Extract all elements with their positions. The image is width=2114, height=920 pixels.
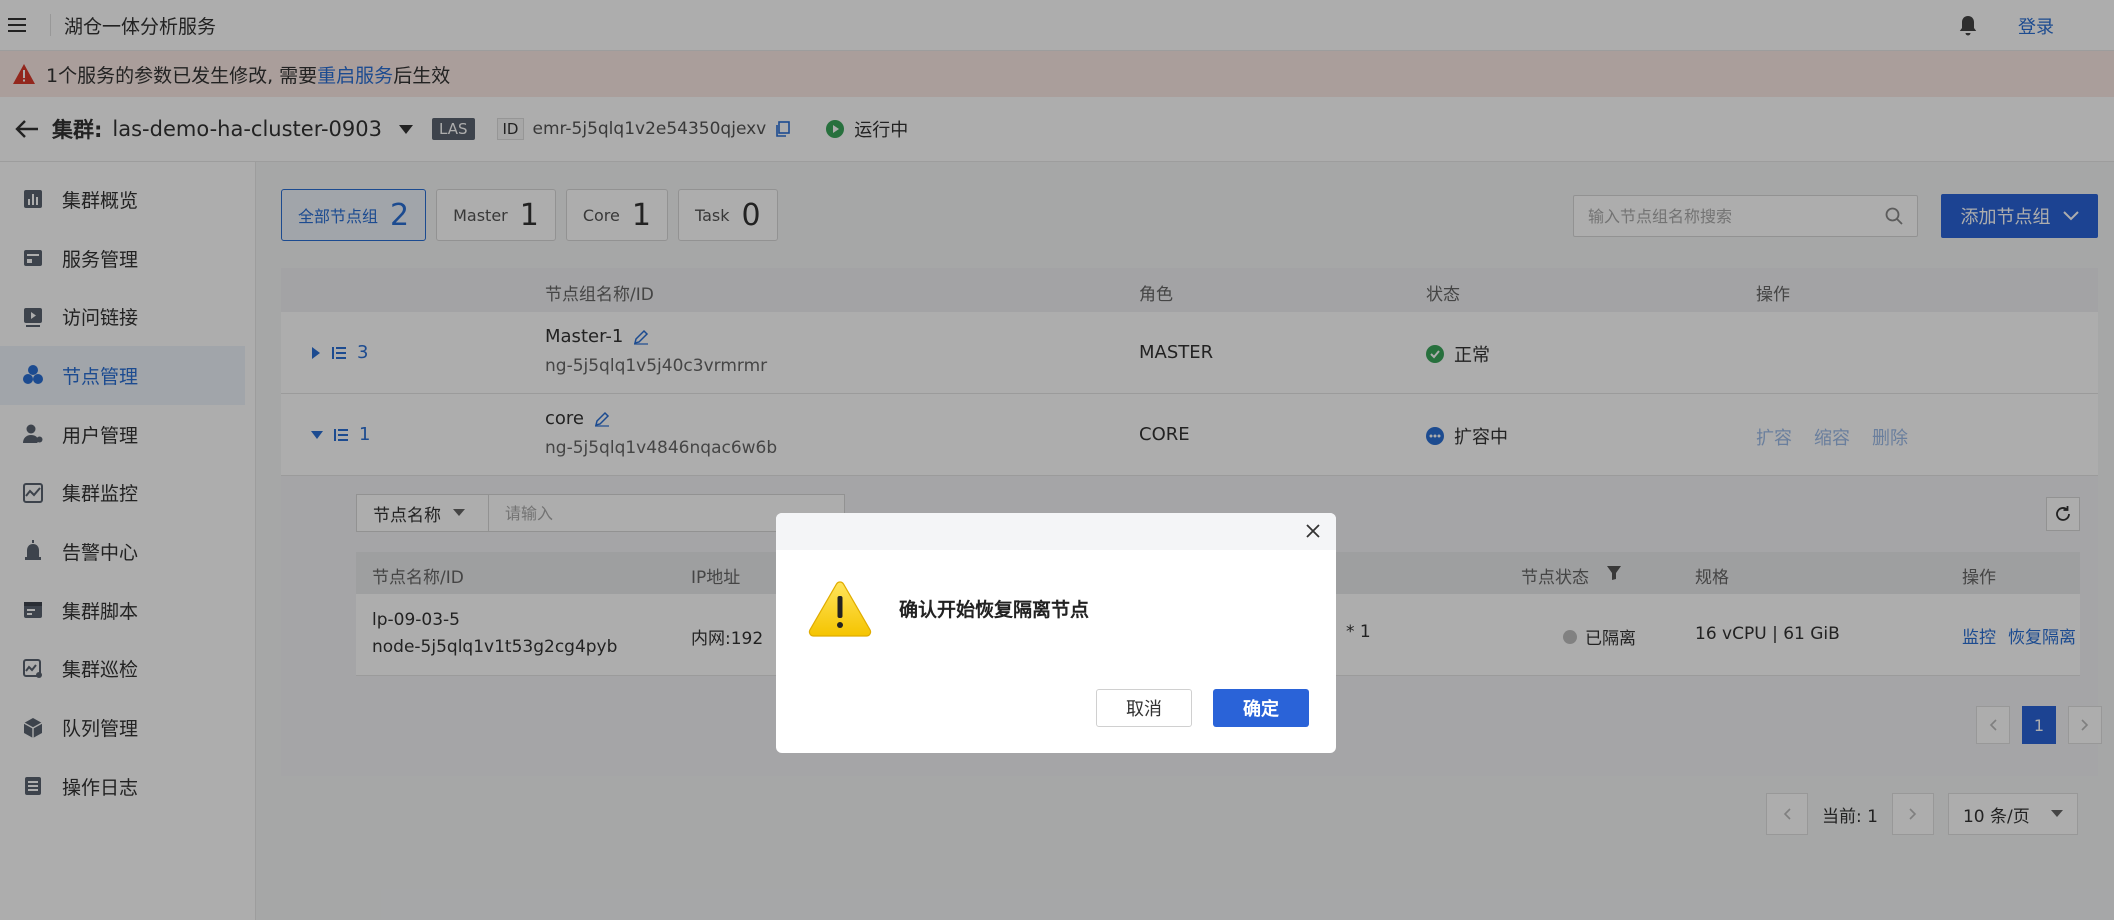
warning-icon bbox=[808, 579, 872, 637]
dialog-header bbox=[776, 513, 1336, 550]
modal-overlay[interactable] bbox=[0, 0, 2114, 920]
confirm-button[interactable]: 确定 bbox=[1213, 689, 1309, 727]
confirm-dialog: 确认开始恢复隔离节点 取消 确定 bbox=[776, 513, 1336, 753]
close-icon[interactable] bbox=[1304, 522, 1322, 540]
dialog-message: 确认开始恢复隔离节点 bbox=[899, 599, 1090, 621]
cancel-button[interactable]: 取消 bbox=[1096, 689, 1192, 727]
